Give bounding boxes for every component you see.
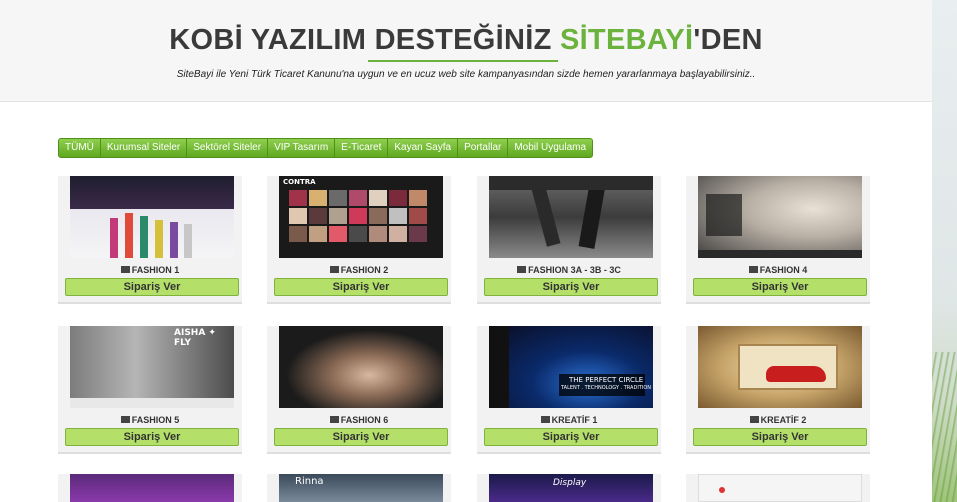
order-button[interactable]: Sipariş Ver [484,428,658,446]
tab-ecommerce[interactable]: E-Ticaret [335,139,389,157]
template-card: KREATİF 2 Sipariş Ver [686,326,870,454]
template-title: KREATİF 2 [686,415,870,425]
template-title-text: FASHION 4 [759,265,808,275]
title-underline [368,60,558,62]
template-title-text: FASHION 3A - 3B - 3C [528,265,621,275]
template-card [686,474,870,502]
grass-decoration [932,352,957,502]
image-icon [329,266,339,273]
image-icon [540,416,550,423]
thumbnail-logo: CONTRA [283,178,316,186]
card-shadow [267,302,451,304]
template-title-text: FASHION 2 [340,265,389,275]
order-button[interactable]: Sipariş Ver [274,278,448,296]
title-brand: SİTEBAYİ [559,24,694,56]
template-card: THE PERFECT CIRCLE TALENT . TECHNOLOGY .… [477,326,661,454]
template-thumbnail[interactable] [70,474,234,502]
template-title-text: KREATİF 2 [760,415,807,425]
template-thumbnail[interactable] [698,474,862,502]
template-thumbnail[interactable]: CONTRA [279,176,443,258]
card-shadow [58,302,242,304]
template-title-text: FASHION 6 [340,415,389,425]
image-icon [517,266,527,273]
tab-all[interactable]: TÜMÜ [59,139,101,157]
template-title: FASHION 2 [267,265,451,275]
template-thumbnail[interactable] [698,176,862,258]
template-title-text: FASHION 1 [131,265,180,275]
template-title: FASHION 1 [58,265,242,275]
template-title: FASHION 6 [267,415,451,425]
image-icon [748,266,758,273]
template-title-text: KREATİF 1 [551,415,598,425]
card-shadow [686,452,870,454]
template-thumbnail[interactable] [698,326,862,408]
tab-sectoral[interactable]: Sektörel Siteler [187,139,269,157]
template-thumbnail[interactable]: Display [489,474,653,502]
thumbnail-logo: Display [553,478,587,488]
tab-portals[interactable]: Portallar [458,139,509,157]
template-card: FASHION 4 Sipariş Ver [686,176,870,304]
template-thumbnail[interactable] [70,176,234,258]
order-button[interactable]: Sipariş Ver [65,428,239,446]
template-card: AISHA ✦ FLY FASHION 5 Sipariş Ver [58,326,242,454]
title-suffix: 'DEN [693,24,763,56]
order-button[interactable]: Sipariş Ver [693,278,867,296]
card-shadow [477,302,661,304]
page-subtitle: SiteBayi ile Yeni Türk Ticaret Kanunu'na… [176,69,756,80]
template-title: FASHION 4 [686,265,870,275]
image-icon [749,416,759,423]
image-icon [329,416,339,423]
template-title-text: FASHION 5 [131,415,180,425]
template-card: CONTRA FASHION 2 Sipariş Ver [267,176,451,304]
order-button[interactable]: Sipariş Ver [693,428,867,446]
image-icon [120,416,130,423]
thumbnail-tagline: TALENT . TECHNOLOGY . TRADITION [561,385,651,391]
template-title: FASHION 3A - 3B - 3C [477,265,661,275]
card-shadow [267,452,451,454]
background-strip [932,0,957,502]
page-title: KOBİ YAZILIM DESTEĞİNİZ SİTEBAYİ'DEN [0,24,932,57]
thumbnail-heading: THE PERFECT CIRCLE [569,376,644,384]
card-shadow [58,452,242,454]
card-shadow [477,452,661,454]
title-text: KOBİ YAZILIM DESTEĞİNİZ [169,24,560,56]
thumbnail-logo: Rinna [295,476,324,487]
template-thumbnail[interactable]: THE PERFECT CIRCLE TALENT . TECHNOLOGY .… [489,326,653,408]
tab-scrolling-page[interactable]: Kayan Sayfa [388,139,459,157]
template-card: Display [477,474,661,502]
template-thumbnail[interactable] [489,176,653,258]
template-thumbnail[interactable] [279,326,443,408]
template-thumbnail[interactable]: AISHA ✦ FLY [70,326,234,408]
image-icon [120,266,130,273]
order-button[interactable]: Sipariş Ver [484,278,658,296]
order-button[interactable]: Sipariş Ver [274,428,448,446]
template-card [58,474,242,502]
template-title: FASHION 5 [58,415,242,425]
template-thumbnail[interactable]: Rinna [279,474,443,502]
template-title: KREATİF 1 [477,415,661,425]
order-button[interactable]: Sipariş Ver [65,278,239,296]
thumbnail-logo: AISHA ✦ FLY [174,328,216,348]
tab-mobile-app[interactable]: Mobil Uygulama [508,139,592,157]
page-header: KOBİ YAZILIM DESTEĞİNİZ SİTEBAYİ'DEN Sit… [0,0,932,102]
template-card: FASHION 1 Sipariş Ver [58,176,242,304]
tab-corporate[interactable]: Kurumsal Siteler [101,139,188,157]
tab-vip[interactable]: VIP Tasarım [268,139,336,157]
category-tabs: TÜMÜ Kurumsal Siteler Sektörel Siteler V… [58,138,594,158]
card-shadow [686,302,870,304]
template-card: Rinna [267,474,451,502]
template-card: FASHION 6 Sipariş Ver [267,326,451,454]
template-card: FASHION 3A - 3B - 3C Sipariş Ver [477,176,661,304]
